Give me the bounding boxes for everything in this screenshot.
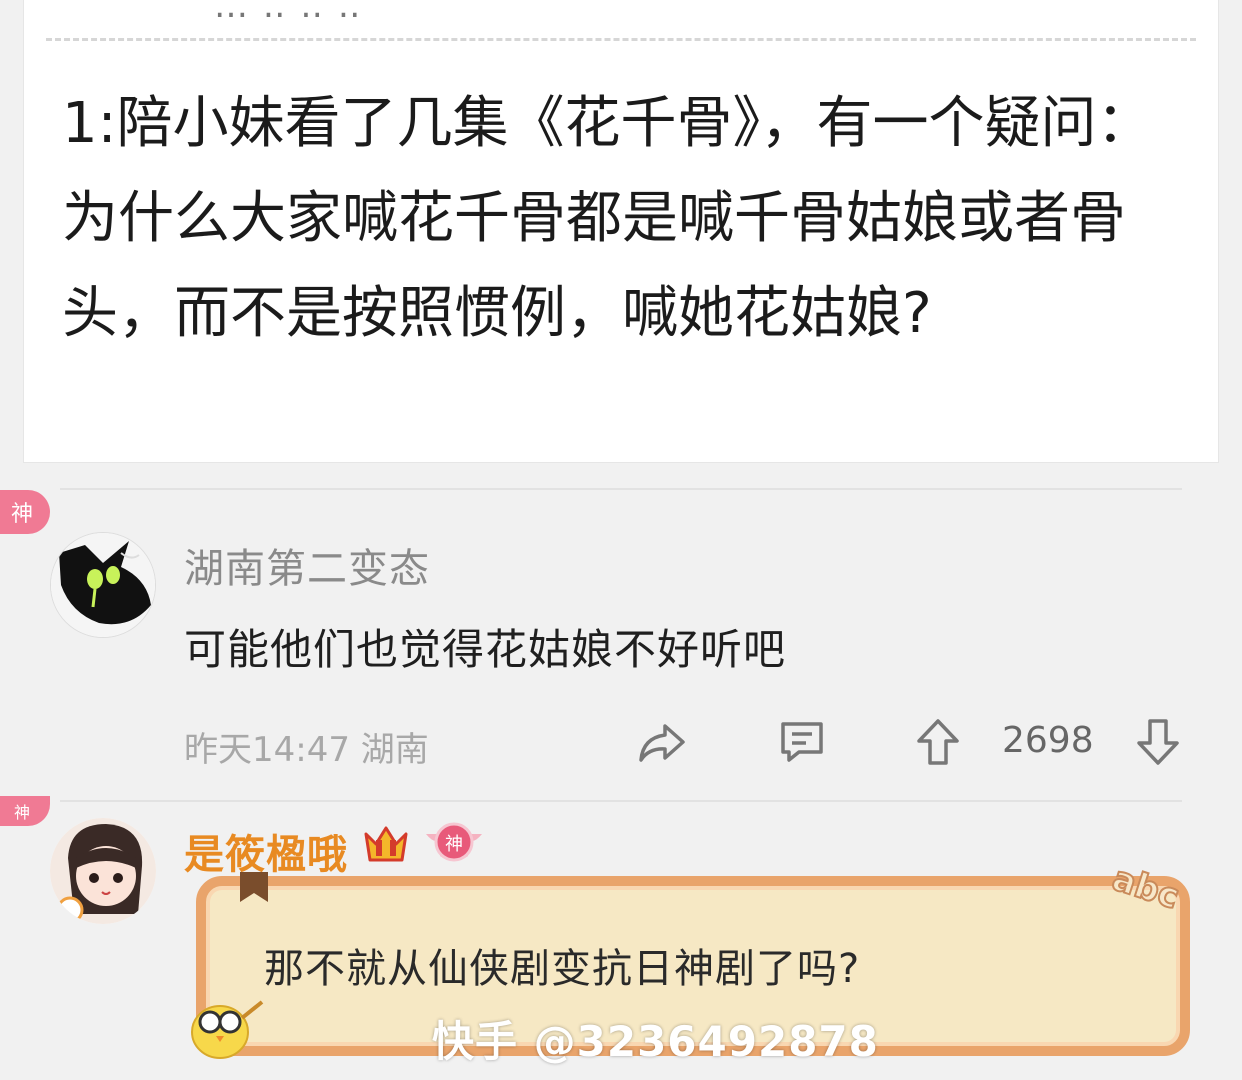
chick-sticker-icon <box>186 988 268 1068</box>
post-body-text: 1:陪小妹看了几集《花千骨》，有一个疑问：为什么大家喊花千骨都是喊千骨姑娘或者骨… <box>62 91 1153 346</box>
divider <box>60 488 1182 490</box>
god-comment-badge: 神 <box>0 796 50 826</box>
god-badge-icon: 神 <box>424 820 484 872</box>
upvote-button[interactable] <box>912 714 964 770</box>
comment-time-location: 昨天14:47 湖南 <box>184 730 429 770</box>
avatar[interactable] <box>50 818 156 924</box>
crown-icon <box>362 822 410 870</box>
post-header-partial: … ‥ ‥ ‥ <box>214 0 363 26</box>
reply-button[interactable] <box>774 716 830 768</box>
username[interactable]: 湖南第二变态 <box>184 536 430 594</box>
share-button[interactable] <box>634 716 690 768</box>
username[interactable]: 是筱楹哦 <box>184 822 348 880</box>
arrow-down-icon <box>1137 719 1179 765</box>
arrow-up-icon <box>917 719 959 765</box>
comment-text: 可能他们也觉得花姑娘不好听吧 <box>184 625 787 674</box>
comment-icon <box>781 722 823 762</box>
post-card: … ‥ ‥ ‥ 1:陪小妹看了几集《花千骨》，有一个疑问：为什么大家喊花千骨都是… <box>24 0 1218 462</box>
avatar[interactable] <box>50 532 156 638</box>
avatar-cat-image <box>51 533 155 637</box>
downvote-button[interactable] <box>1132 714 1184 770</box>
divider <box>60 800 1182 802</box>
upvote-count: 2698 <box>1002 720 1094 761</box>
comment-text: 那不就从仙侠剧变抗日神剧了吗? <box>264 946 861 992</box>
svg-text:神: 神 <box>445 834 463 855</box>
god-comment-badge: 神 <box>0 490 50 534</box>
avatar-anime-girl-image <box>50 818 156 924</box>
share-icon <box>639 724 685 762</box>
watermark: 快手 @3236492878 <box>432 1017 879 1066</box>
dashed-divider <box>46 38 1196 41</box>
